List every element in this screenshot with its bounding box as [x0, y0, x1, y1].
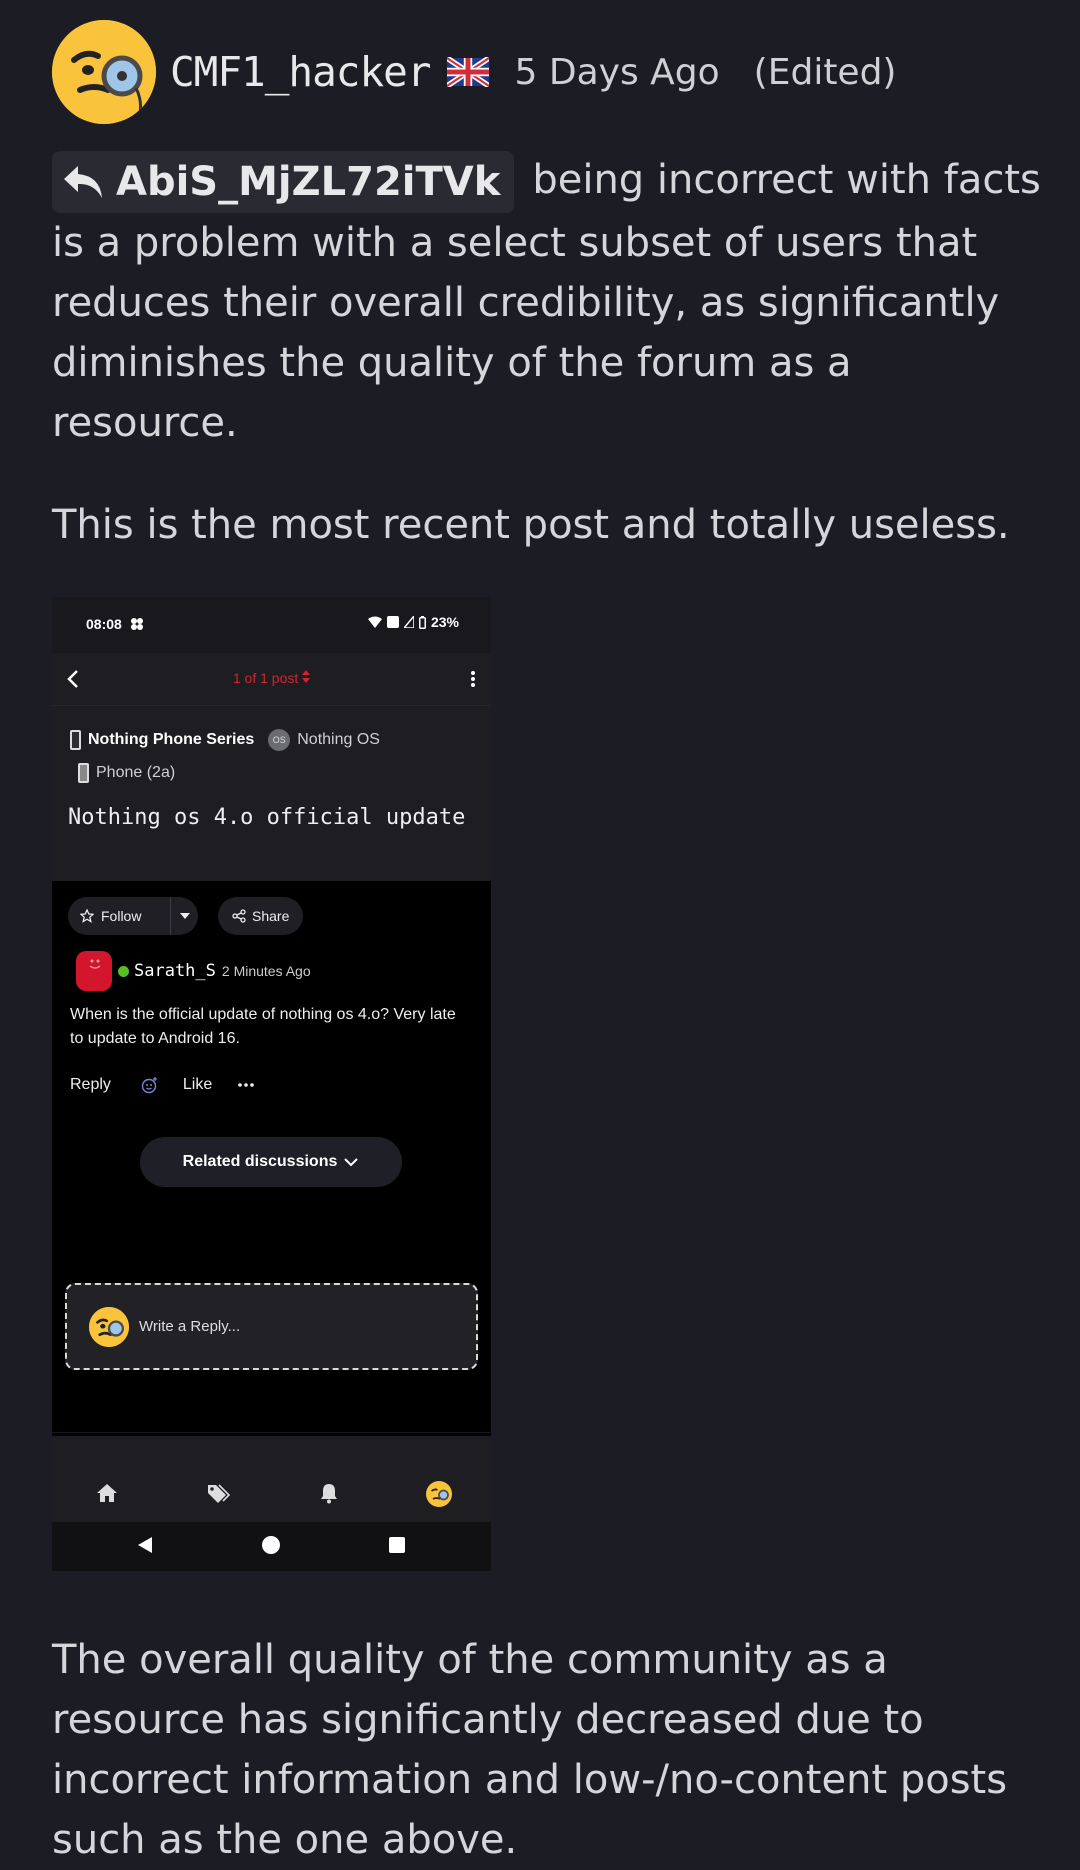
smile-face-icon [89, 959, 101, 969]
monocle-face-icon [89, 1306, 129, 1347]
signal-icon [403, 616, 414, 628]
category-label: Nothing OS [297, 730, 380, 748]
post-header: CMF1_hacker 5 Days Ago (Edited) [52, 20, 896, 124]
share-button[interactable]: Share [218, 897, 304, 935]
category-nothing-os[interactable]: OS Nothing OS [268, 728, 380, 751]
battery-icon [418, 615, 426, 629]
notification-icon [131, 618, 143, 630]
post-paragraph-2: This is the most recent post and totally… [52, 502, 1010, 548]
author-name[interactable]: CMF1_hacker [170, 48, 432, 96]
status-time: 08:08 [86, 616, 122, 632]
system-home-icon[interactable] [261, 1535, 281, 1555]
phone-icon [78, 762, 89, 783]
chevron-down-icon [344, 1158, 359, 1167]
battery-level: 23% [430, 614, 459, 630]
thread-body: When is the official update of nothing o… [70, 1006, 456, 1047]
share-label: Share [252, 908, 290, 924]
related-label: Related discussions [182, 1153, 338, 1170]
follow-label: Follow [101, 908, 142, 924]
post-counter[interactable]: 1 of 1 post [52, 670, 491, 686]
more-vertical-icon[interactable] [469, 667, 477, 691]
phone-icon [70, 729, 81, 750]
tags-icon[interactable] [206, 1481, 230, 1505]
bell-icon[interactable] [317, 1481, 341, 1505]
more-horizontal-icon[interactable] [238, 1082, 255, 1088]
follow-button[interactable]: Follow [68, 897, 198, 935]
profile-avatar-icon[interactable] [426, 1481, 452, 1507]
monocle-face-icon [52, 20, 156, 124]
caret-down-icon [179, 913, 190, 919]
post-counter-text: 1 of 1 post [232, 670, 299, 686]
wifi-icon [367, 616, 382, 628]
reply-composer[interactable]: Write a Reply... [65, 1283, 478, 1370]
reply-placeholder: Write a Reply... [139, 1318, 241, 1335]
system-recents-icon[interactable] [388, 1535, 406, 1555]
thread-author-avatar[interactable] [76, 951, 112, 991]
category-phone-2a[interactable]: Phone (2a) [78, 762, 176, 783]
thread-content: Follow Share Sarath_S 2 Minutes Ago When… [52, 881, 491, 1436]
post-paragraph-1: AbiS_MjZL72iTVk being incorrect with fac… [52, 150, 1042, 453]
share-icon [232, 909, 246, 923]
reply-mention[interactable]: AbiS_MjZL72iTVk [52, 151, 515, 213]
category-nothing-phone-series[interactable]: Nothing Phone Series [70, 729, 255, 750]
thread-nav-bar: 1 of 1 post [52, 653, 491, 706]
reply-button[interactable]: Reply [70, 1076, 111, 1094]
volte-icon [386, 616, 399, 628]
system-back-icon[interactable] [136, 1535, 154, 1555]
related-discussions-button[interactable]: Related discussions [140, 1137, 402, 1187]
post-timestamp[interactable]: 5 Days Ago [515, 52, 720, 93]
attached-screenshot[interactable]: 08:08 23% 1 of 1 post Nothing Phone Seri… [52, 597, 491, 1571]
home-icon[interactable] [95, 1481, 119, 1505]
post-actions: Reply Like [70, 1076, 255, 1094]
thread-timestamp[interactable]: 2 Minutes Ago [222, 963, 311, 979]
thread-author-name[interactable]: Sarath_S [134, 961, 216, 981]
thread-author: Sarath_S 2 Minutes Ago [76, 951, 311, 991]
star-icon [80, 909, 94, 923]
system-nav-bar [52, 1522, 491, 1571]
category-label: Nothing Phone Series [88, 730, 255, 748]
status-indicators: 23% [367, 614, 459, 630]
sort-arrows-icon [302, 670, 311, 683]
author-avatar[interactable] [52, 20, 156, 124]
post-paragraph-3: The overall quality of the community as … [52, 1637, 1008, 1863]
follow-options-dropdown[interactable] [171, 912, 198, 920]
reply-arrow-icon [64, 166, 102, 198]
category-tags: Nothing Phone Series OS Nothing OS Phone… [70, 723, 394, 789]
status-bar: 08:08 23% [52, 597, 491, 653]
like-button[interactable]: Like [183, 1076, 212, 1094]
thread-title: Nothing os 4.o official update [68, 805, 466, 830]
os-icon: OS [268, 728, 291, 751]
online-indicator [118, 965, 129, 977]
divider [52, 1432, 491, 1433]
uk-flag-icon [446, 57, 489, 87]
add-reaction-icon[interactable] [141, 1076, 159, 1094]
bottom-tab-bar [52, 1467, 491, 1522]
mention-username: AbiS_MjZL72iTVk [116, 159, 501, 205]
edited-label[interactable]: (Edited) [754, 52, 897, 93]
composer-avatar [89, 1306, 129, 1347]
category-label: Phone (2a) [96, 763, 176, 781]
